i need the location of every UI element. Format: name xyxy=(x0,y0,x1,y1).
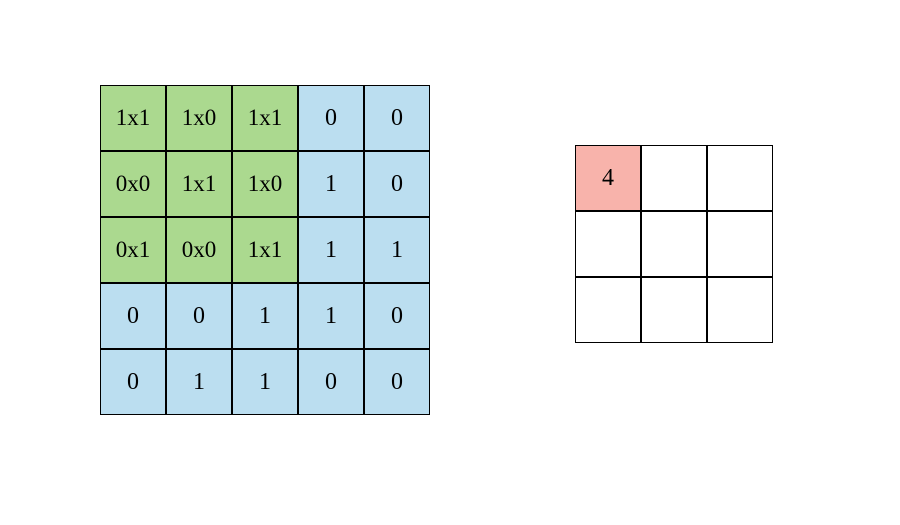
output-cell: 4 xyxy=(575,145,641,211)
input-cell: 1x1 xyxy=(232,85,298,151)
input-cell: 1 xyxy=(364,217,430,283)
input-cell: 1 xyxy=(232,349,298,415)
input-cell: 0 xyxy=(364,283,430,349)
input-cell: 1 xyxy=(166,349,232,415)
input-cell: 0 xyxy=(364,349,430,415)
input-cell: 0x0 xyxy=(100,151,166,217)
input-cell: 0 xyxy=(100,283,166,349)
output-cell xyxy=(707,277,773,343)
diagram-stage: 1x1 1x0 1x1 0 0 0x0 1x1 1x0 1 0 0x1 0x0 … xyxy=(0,0,900,525)
input-cell: 0x1 xyxy=(100,217,166,283)
input-cell: 0 xyxy=(100,349,166,415)
input-cell: 1 xyxy=(298,151,364,217)
input-cell: 1x0 xyxy=(232,151,298,217)
input-cell: 1x1 xyxy=(100,85,166,151)
input-cell: 0 xyxy=(166,283,232,349)
input-grid: 1x1 1x0 1x1 0 0 0x0 1x1 1x0 1 0 0x1 0x0 … xyxy=(100,85,430,415)
input-cell: 0 xyxy=(364,151,430,217)
output-cell xyxy=(707,211,773,277)
input-cell: 1x1 xyxy=(166,151,232,217)
input-cell: 1x0 xyxy=(166,85,232,151)
input-cell: 0 xyxy=(298,85,364,151)
input-cell: 1 xyxy=(298,217,364,283)
input-cell: 1 xyxy=(232,283,298,349)
input-cell: 1x1 xyxy=(232,217,298,283)
input-cell: 0 xyxy=(298,349,364,415)
input-cell: 0x0 xyxy=(166,217,232,283)
output-cell xyxy=(575,211,641,277)
output-cell xyxy=(641,145,707,211)
output-cell xyxy=(641,211,707,277)
output-cell xyxy=(707,145,773,211)
input-cell: 0 xyxy=(364,85,430,151)
output-cell xyxy=(641,277,707,343)
input-cell: 1 xyxy=(298,283,364,349)
output-grid: 4 xyxy=(575,145,773,343)
output-cell xyxy=(575,277,641,343)
